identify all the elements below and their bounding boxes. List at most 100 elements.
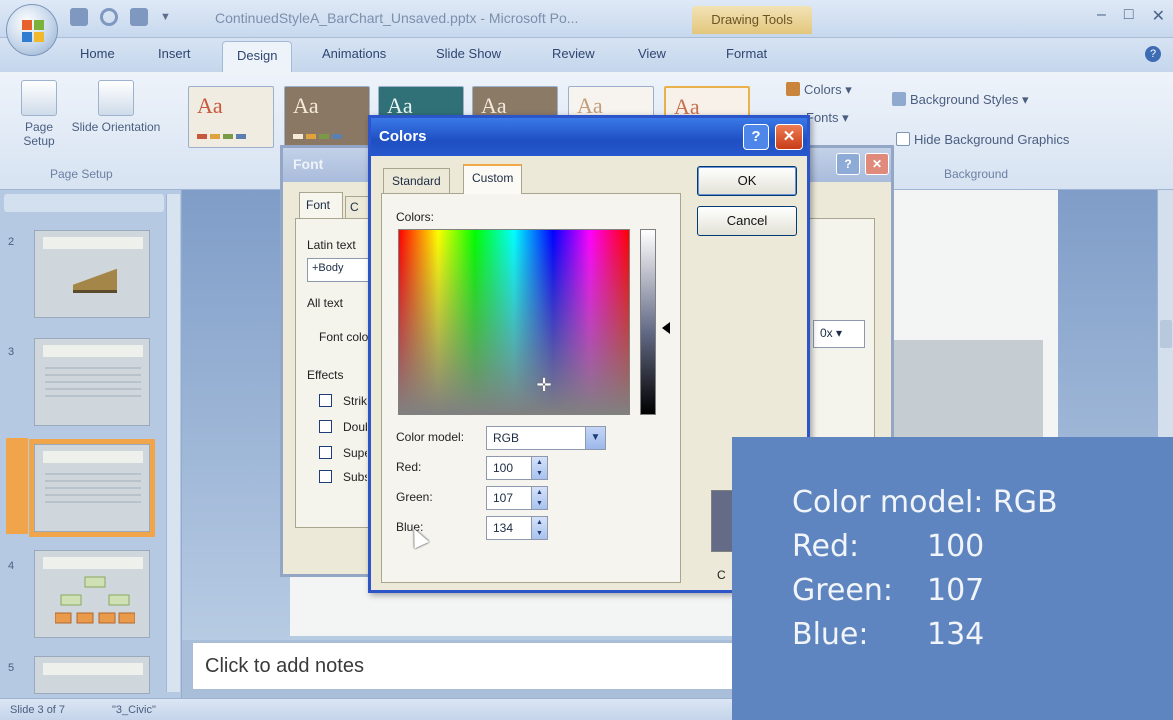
theme-color-bars: [197, 134, 246, 139]
spinner-arrows-icon[interactable]: ▲ ▼: [531, 487, 547, 509]
slide-shape[interactable]: [893, 340, 1043, 440]
undo-icon[interactable]: [100, 8, 118, 26]
green-value: 107: [493, 491, 514, 505]
minimize-icon[interactable]: –: [1097, 6, 1106, 26]
colors-label: Colors:: [396, 210, 435, 224]
strikethrough-checkbox[interactable]: [319, 394, 332, 407]
colors-button[interactable]: Colors ▾: [786, 82, 852, 98]
slides-panel-scrollbar[interactable]: [166, 194, 180, 692]
green-spinner[interactable]: 107 ▲ ▼: [486, 486, 548, 510]
theme-thumb[interactable]: Aa: [188, 86, 274, 148]
tab-animations[interactable]: Animations: [322, 46, 386, 61]
thumb-text-lines: [45, 367, 141, 397]
spinner-arrows-icon[interactable]: ▲ ▼: [531, 517, 547, 539]
customize-qat-icon[interactable]: ▼: [160, 11, 171, 23]
colors-dialog-help-button[interactable]: ?: [743, 124, 769, 150]
slides-outline-tabs[interactable]: [4, 194, 164, 212]
tab-slide-show[interactable]: Slide Show: [436, 46, 501, 61]
tab-view[interactable]: View: [638, 46, 666, 61]
latin-font-input[interactable]: +Body: [307, 258, 371, 282]
background-group-label: Background: [944, 167, 1009, 181]
latin-text-label: Latin text: [307, 238, 356, 252]
redo-icon[interactable]: [130, 8, 148, 26]
font-dialog-help-button[interactable]: ?: [836, 153, 860, 175]
hide-background-checkbox[interactable]: Hide Background Graphics: [896, 132, 1069, 147]
subscript-checkbox[interactable]: [319, 470, 332, 483]
tab-format[interactable]: Format: [726, 46, 767, 61]
red-value: 100: [493, 461, 514, 475]
blue-spinner[interactable]: 134 ▲ ▼: [486, 516, 548, 540]
tab-insert[interactable]: Insert: [158, 46, 191, 61]
strikethrough-label: Strikethrough: [343, 394, 367, 408]
theme-thumb[interactable]: Aa: [284, 86, 370, 148]
color-model-value: RGB: [493, 431, 520, 445]
colors-dialog-titlebar: Colors: [371, 118, 807, 156]
slide-number: 2: [8, 236, 15, 248]
green-label: Green:: [396, 490, 433, 504]
maximize-icon[interactable]: □: [1124, 6, 1134, 26]
office-button[interactable]: [6, 4, 58, 56]
font-color-label: Font color: [319, 330, 373, 344]
window-controls: – □ ✕: [1097, 6, 1165, 26]
office-logo-icon: [22, 20, 44, 42]
color-model-select[interactable]: RGB ▼: [486, 426, 606, 450]
tab-review[interactable]: Review: [552, 46, 595, 61]
callout-blue-value: 134: [927, 617, 985, 652]
colors-dialog-close-button[interactable]: ✕: [775, 124, 803, 150]
ok-button[interactable]: OK: [697, 166, 797, 196]
callout-green-label: Green:: [792, 573, 893, 608]
help-icon[interactable]: ?: [1145, 46, 1161, 62]
background-styles-button[interactable]: Background Styles ▾: [892, 92, 1029, 108]
slide-thumbnail-selected[interactable]: [29, 439, 155, 537]
close-icon[interactable]: ✕: [1152, 6, 1165, 26]
callout-red-value: 100: [927, 529, 985, 564]
tab-font[interactable]: Font: [299, 192, 343, 218]
font-dialog-close-button[interactable]: ✕: [865, 153, 889, 175]
superscript-checkbox[interactable]: [319, 446, 332, 459]
slide-number: 4: [8, 560, 15, 572]
scrollbar-thumb[interactable]: [1160, 320, 1172, 348]
tab-custom[interactable]: Custom: [463, 164, 523, 194]
quick-access-toolbar: ▼: [70, 8, 171, 26]
color-spectrum[interactable]: ✛: [398, 229, 630, 415]
slide-thumbnail[interactable]: [34, 230, 150, 318]
subscript-label: Subscript: [343, 470, 367, 484]
slide-thumbnail[interactable]: [34, 656, 150, 694]
slide-thumbnail[interactable]: [34, 338, 150, 426]
luminance-slider[interactable]: [640, 229, 656, 415]
red-spinner[interactable]: 100 ▲ ▼: [486, 456, 548, 480]
page-setup-icon: [21, 80, 57, 116]
callout-red-label: Red:: [792, 529, 860, 564]
hide-background-label: Hide Background Graphics: [914, 132, 1070, 147]
theme-color-bars: [293, 134, 342, 139]
double-strikethrough-checkbox[interactable]: [319, 420, 332, 433]
tab-design[interactable]: Design: [222, 41, 293, 73]
notes-placeholder: Click to add notes: [205, 655, 364, 677]
document-title: ContinuedStyleA_BarChart_Unsaved.pptx - …: [215, 10, 579, 26]
save-icon[interactable]: [70, 8, 88, 26]
callout-green-value: 107: [927, 573, 985, 608]
double-strikethrough-label: Double: [343, 420, 367, 434]
slide-thumbnail[interactable]: [34, 550, 150, 638]
title-bar: ▼ ContinuedStyleA_BarChart_Unsaved.pptx …: [0, 0, 1173, 38]
thumb-header: [43, 237, 143, 249]
all-text-label: All text: [307, 296, 344, 310]
spacing-combo[interactable]: 0x ▾: [813, 320, 865, 348]
fonts-label: Fonts: [806, 110, 839, 125]
chevron-down-icon[interactable]: ▼: [585, 427, 605, 449]
color-model-label: Color model:: [396, 430, 465, 444]
slide-orientation-button[interactable]: Slide Orientation: [70, 80, 162, 134]
cancel-button[interactable]: Cancel: [697, 206, 797, 236]
page-setup-button[interactable]: Page Setup: [14, 80, 64, 148]
crosshair-icon: ✛: [536, 375, 552, 395]
spinner-arrows-icon[interactable]: ▲ ▼: [531, 457, 547, 479]
fonts-button[interactable]: Fonts ▾: [806, 110, 849, 126]
slide-count-status: Slide 3 of 7: [10, 704, 66, 716]
tab-standard[interactable]: Standard: [383, 168, 450, 194]
luminance-arrow-icon[interactable]: [662, 322, 670, 334]
tab-home[interactable]: Home: [80, 46, 115, 61]
thumb-header: [43, 451, 143, 463]
colors-dialog-title: Colors: [379, 128, 427, 145]
slide-number: 5: [8, 662, 15, 674]
slide-orientation-icon: [98, 80, 134, 116]
